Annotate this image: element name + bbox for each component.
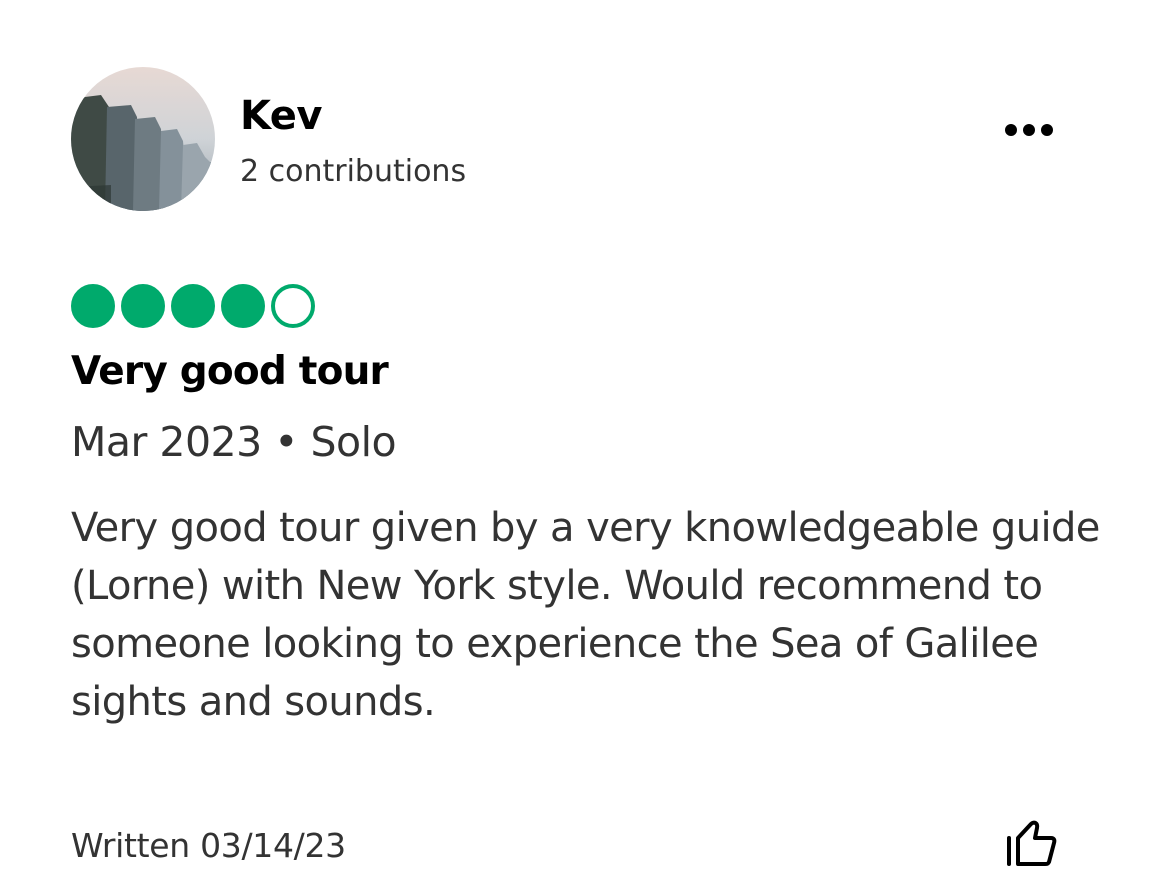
rating-bubble-filled [121, 284, 165, 328]
rating-bubble-filled [171, 284, 215, 328]
review-card: Kev 2 contributions Very good tour Mar 2… [0, 0, 1169, 895]
avatar-image [71, 67, 215, 211]
author-name[interactable]: Kev [240, 92, 323, 140]
rating-bubble-filled [221, 284, 265, 328]
review-body: Very good tour given by a very knowledge… [71, 505, 1100, 725]
review-title[interactable]: Very good tour [71, 349, 389, 396]
rating-bubble-filled [71, 284, 115, 328]
thumbs-up-icon [1007, 820, 1057, 866]
rating-bubble-empty [271, 284, 315, 328]
helpful-vote-button[interactable] [1003, 820, 1059, 870]
author-contributions: 2 contributions [240, 154, 467, 189]
more-horizontal-icon [1005, 124, 1053, 136]
more-options-button[interactable] [996, 110, 1066, 150]
rating-bubbles [71, 284, 315, 328]
review-written-date: Written 03/14/23 [71, 826, 346, 865]
avatar[interactable] [71, 67, 215, 211]
review-meta: Mar 2023 • Solo [71, 418, 397, 466]
